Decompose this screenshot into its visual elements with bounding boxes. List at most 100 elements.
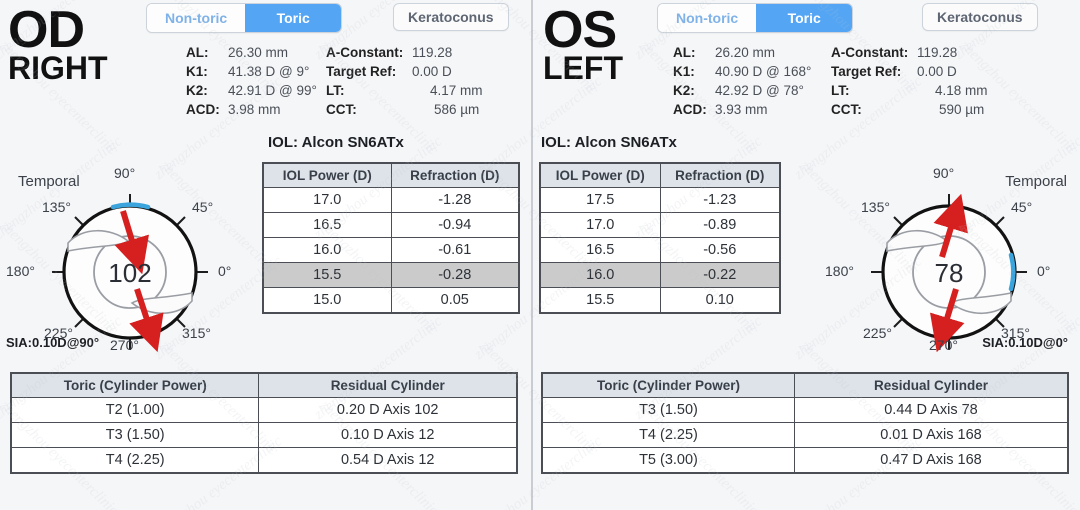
- os-tick-180: 180°: [825, 263, 854, 279]
- od-eye-label: OD RIGHT: [8, 4, 108, 84]
- od-iol-refraction-cell: -0.28: [390, 262, 520, 288]
- od-bio-row-al: AL: 26.30 mm: [186, 45, 336, 64]
- os-incision-marker: [1008, 252, 1016, 292]
- os-iol-power-table[interactable]: IOL Power (D) Refraction (D) 17.5 -1.23 17…: [539, 162, 781, 314]
- table-row[interactable]: 17.5 -1.23: [539, 187, 781, 213]
- od-temporal-label: Temporal: [18, 173, 80, 190]
- os-toric-header-cylinder: Toric (Cylinder Power): [541, 372, 795, 398]
- od-toric-header-residual: Residual Cylinder: [258, 372, 518, 398]
- od-bio-key-al: AL:: [186, 45, 209, 60]
- os-biometry-right-column: A-Constant: 119.28 Target Ref: 0.00 D LT…: [831, 45, 1031, 121]
- os-keratoconus-button[interactable]: Keratoconus: [922, 3, 1038, 31]
- od-bio-row-k1: K1: 41.38 D @ 9°: [186, 64, 336, 83]
- od-toggle-non-toric[interactable]: Non-toric: [147, 4, 246, 32]
- os-tick-0: 0°: [1037, 263, 1051, 279]
- table-row[interactable]: T3 (1.50) 0.10 D Axis 12: [10, 422, 518, 448]
- od-tick-0: 0°: [218, 263, 232, 279]
- od-tick-135: 135°: [42, 199, 71, 215]
- os-bio-val-cct: 590 µm: [939, 102, 985, 117]
- table-row[interactable]: T5 (3.00) 0.47 D Axis 168: [541, 447, 1069, 474]
- os-tick-45: 45°: [1011, 199, 1033, 215]
- os-tick-270: 270°: [929, 337, 958, 353]
- os-eye-label: OS LEFT: [543, 1, 623, 84]
- od-toric-header-cylinder: Toric (Cylinder Power): [10, 372, 260, 398]
- table-row[interactable]: T4 (2.25) 0.54 D Axis 12: [10, 447, 518, 474]
- os-toric-toggle[interactable]: Non-toric Toric: [657, 3, 854, 33]
- table-row[interactable]: T2 (1.00) 0.20 D Axis 102: [10, 397, 518, 423]
- os-bio-val-acd: 3.93 mm: [715, 102, 768, 117]
- os-toric-cylinder-cell: T3 (1.50): [541, 397, 795, 423]
- os-toggle-non-toric[interactable]: Non-toric: [658, 4, 757, 32]
- od-tick-45: 45°: [192, 199, 214, 215]
- os-iol-power-cell: 15.5: [539, 287, 661, 314]
- od-bio-val-lt: 4.17 mm: [430, 83, 483, 98]
- table-row[interactable]: 16.0 -0.61: [262, 237, 520, 263]
- od-iol-power-table[interactable]: IOL Power (D) Refraction (D) 17.0 -1.28 16…: [262, 162, 520, 314]
- os-bio-key-lt: LT:: [831, 83, 850, 98]
- os-residual-cylinder-cell: 0.44 D Axis 78: [793, 397, 1069, 423]
- od-bio-val-acd: 3.98 mm: [228, 102, 281, 117]
- os-eye-code: OS: [543, 1, 617, 59]
- table-row[interactable]: 16.5 -0.56: [539, 237, 781, 263]
- table-row[interactable]: T3 (1.50) 0.44 D Axis 78: [541, 397, 1069, 423]
- os-bio-row-k2: K2: 42.92 D @ 78°: [673, 83, 833, 102]
- os-iol-refraction-cell: -0.56: [659, 237, 781, 263]
- od-bio-key-aconstant: A-Constant:: [326, 45, 404, 60]
- table-row[interactable]: 16.5 -0.94: [262, 212, 520, 238]
- od-iol-power-cell: 15.5: [262, 262, 392, 288]
- od-toric-cylinder-cell: T4 (2.25): [10, 447, 260, 474]
- od-toric-cylinder-cell: T2 (1.00): [10, 397, 260, 423]
- od-toggle-toric[interactable]: Toric: [245, 4, 342, 32]
- os-panel: OS LEFT Non-toric Toric Keratoconus AL: …: [533, 0, 1080, 510]
- table-row[interactable]: 17.0 -0.89: [539, 212, 781, 238]
- os-toric-header-row: Toric (Cylinder Power) Residual Cylinder: [541, 372, 1069, 398]
- os-toric-table[interactable]: Toric (Cylinder Power) Residual Cylinder…: [541, 372, 1069, 474]
- od-iol-refraction-cell: -0.61: [390, 237, 520, 263]
- os-iol-power-cell: 16.5: [539, 237, 661, 263]
- od-toric-table[interactable]: Toric (Cylinder Power) Residual Cylinder…: [10, 372, 518, 474]
- os-biometry-left-column: AL: 26.20 mm K1: 40.90 D @ 168° K2: 42.9…: [673, 45, 833, 121]
- od-tick-90: 90°: [114, 165, 136, 181]
- os-bio-key-cct: CCT:: [831, 102, 862, 117]
- os-bio-key-acd: ACD:: [673, 102, 707, 117]
- table-row[interactable]: 15.5 0.10: [539, 287, 781, 314]
- od-bio-row-lt: LT: 4.17 mm: [326, 83, 526, 102]
- os-bio-key-al: AL:: [673, 45, 696, 60]
- table-row[interactable]: T4 (2.25) 0.01 D Axis 168: [541, 422, 1069, 448]
- os-bio-row-cct: CCT: 590 µm: [831, 102, 1031, 121]
- os-iol-header-refraction: Refraction (D): [659, 162, 781, 188]
- od-bio-row-targetref: Target Ref: 0.00 D: [326, 64, 526, 83]
- os-iol-title: IOL: Alcon SN6ATx: [541, 134, 677, 151]
- os-residual-cylinder-cell: 0.01 D Axis 168: [793, 422, 1069, 448]
- od-iol-power-cell: 16.0: [262, 237, 392, 263]
- os-bio-row-acd: ACD: 3.93 mm: [673, 102, 833, 121]
- iol-calculator-screen: zhengzhou eyecenterclinic zhengzhou eyece…: [0, 0, 1080, 510]
- od-toric-toggle[interactable]: Non-toric Toric: [146, 3, 343, 33]
- os-toric-header-residual: Residual Cylinder: [793, 372, 1069, 398]
- table-row[interactable]: 16.0 -0.22: [539, 262, 781, 288]
- od-bio-row-aconstant: A-Constant: 119.28: [326, 45, 526, 64]
- od-iol-refraction-cell: 0.05: [390, 287, 520, 314]
- od-bio-key-lt: LT:: [326, 83, 345, 98]
- os-iol-header-power: IOL Power (D): [539, 162, 661, 188]
- od-bio-key-targetref: Target Ref:: [326, 64, 397, 79]
- od-bio-key-k1: K1:: [186, 64, 208, 79]
- od-iol-power-cell: 15.0: [262, 287, 392, 314]
- os-iol-table-header-row: IOL Power (D) Refraction (D): [539, 162, 781, 188]
- os-tick-135: 135°: [861, 199, 890, 215]
- os-iol-power-cell: 17.0: [539, 212, 661, 238]
- od-bio-key-acd: ACD:: [186, 102, 220, 117]
- od-tick-270: 270°: [110, 337, 139, 353]
- os-bio-key-aconstant: A-Constant:: [831, 45, 909, 60]
- table-row[interactable]: 15.0 0.05: [262, 287, 520, 314]
- table-row[interactable]: 17.0 -1.28: [262, 187, 520, 213]
- od-keratoconus-button[interactable]: Keratoconus: [393, 3, 509, 31]
- od-bio-row-k2: K2: 42.91 D @ 99°: [186, 83, 336, 102]
- os-bio-row-targetref: Target Ref: 0.00 D: [831, 64, 1031, 83]
- os-iol-power-cell: 17.5: [539, 187, 661, 213]
- table-row[interactable]: 15.5 -0.28: [262, 262, 520, 288]
- os-toggle-toric[interactable]: Toric: [756, 4, 853, 32]
- os-sia-label: SIA:0.10D@0°: [982, 335, 1068, 350]
- os-center-axis-value: 78: [935, 258, 964, 288]
- od-iol-table-header-row: IOL Power (D) Refraction (D): [262, 162, 520, 188]
